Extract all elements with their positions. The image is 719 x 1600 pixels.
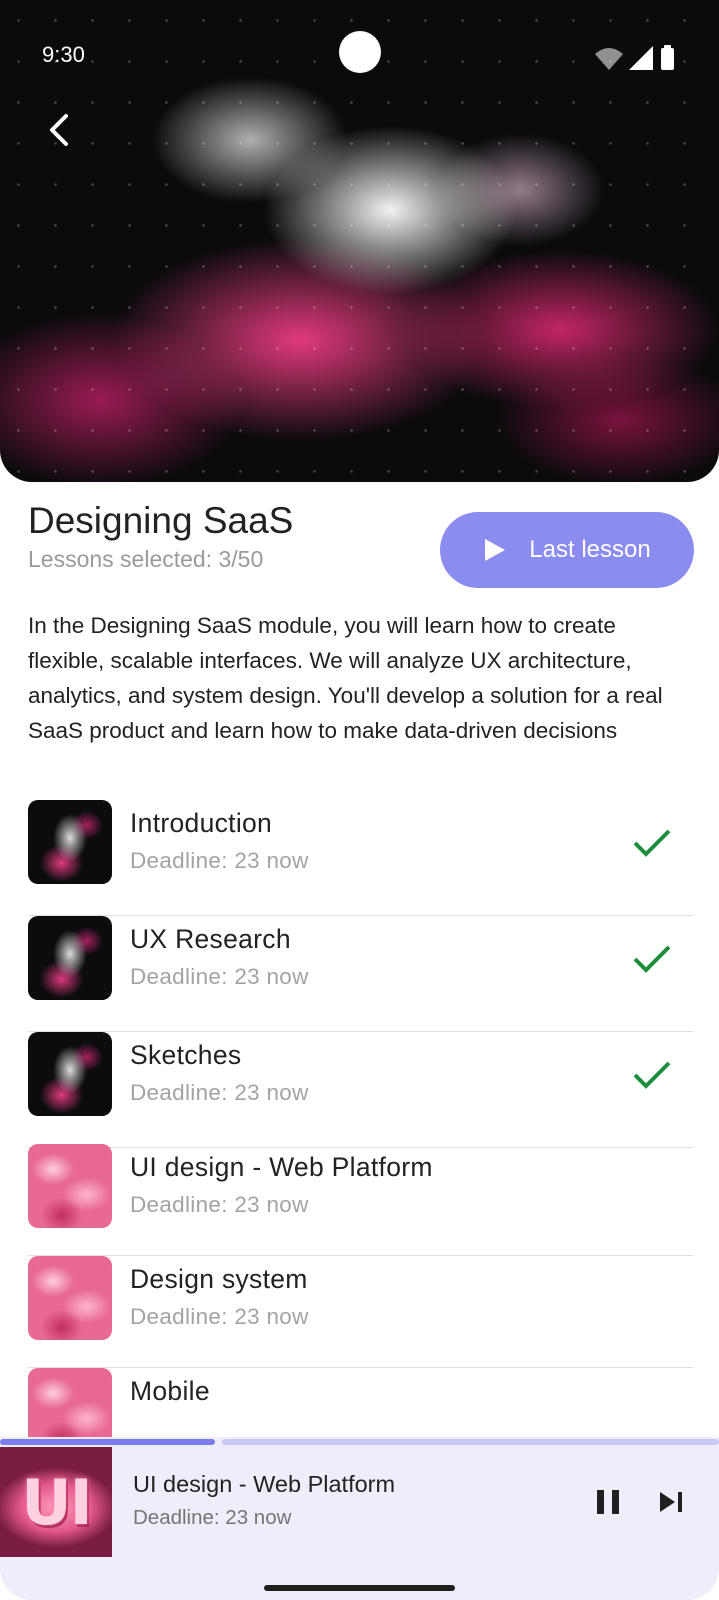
lesson-item-ux-research[interactable]: UX Research Deadline: 23 now bbox=[28, 916, 694, 1032]
lesson-item-introduction[interactable]: Introduction Deadline: 23 now bbox=[28, 800, 694, 916]
check-icon bbox=[633, 945, 671, 973]
status-time: 9:30 bbox=[42, 42, 85, 67]
lesson-thumbnail bbox=[28, 1144, 112, 1228]
lesson-item-sketches[interactable]: Sketches Deadline: 23 now bbox=[28, 1032, 694, 1148]
signal-icon bbox=[629, 46, 653, 70]
back-arrow-icon[interactable] bbox=[40, 110, 80, 150]
battery-icon bbox=[661, 48, 674, 70]
lesson-deadline: Deadline: 23 now bbox=[130, 964, 309, 989]
camera-cutout bbox=[339, 31, 381, 73]
lessons-selected-count: Lessons selected: 3/50 bbox=[28, 546, 264, 572]
skip-next-icon[interactable] bbox=[656, 1487, 686, 1517]
pause-icon[interactable] bbox=[594, 1487, 622, 1517]
lesson-title: Sketches bbox=[130, 1040, 242, 1070]
wifi-icon bbox=[595, 48, 623, 70]
check-icon bbox=[633, 1061, 671, 1089]
lesson-item-ui-design[interactable]: UI design - Web Platform Deadline: 23 no… bbox=[28, 1144, 694, 1256]
lesson-title: Design system bbox=[130, 1264, 308, 1294]
last-lesson-button[interactable]: Last lesson bbox=[440, 512, 694, 588]
lesson-deadline: Deadline: 23 now bbox=[130, 1080, 309, 1105]
lesson-thumbnail bbox=[28, 1256, 112, 1340]
mini-player[interactable]: UI UI design - Web Platform Deadline: 23… bbox=[0, 1437, 719, 1600]
player-title: UI design - Web Platform bbox=[133, 1471, 396, 1497]
lesson-title: Mobile bbox=[130, 1376, 210, 1406]
player-deadline: Deadline: 23 now bbox=[133, 1506, 292, 1529]
course-title: Designing SaaS bbox=[28, 500, 294, 541]
lesson-title: UX Research bbox=[130, 924, 291, 954]
playback-progress-track[interactable] bbox=[222, 1439, 719, 1445]
player-thumbnail-text: UI bbox=[21, 1465, 92, 1539]
hero-image: 9:30 bbox=[0, 0, 719, 482]
last-lesson-label: Last lesson bbox=[529, 536, 651, 563]
playback-progress-fill bbox=[0, 1439, 215, 1445]
status-bar: 9:30 bbox=[0, 0, 719, 110]
lesson-deadline: Deadline: 23 now bbox=[130, 1304, 309, 1329]
course-description: In the Designing SaaS module, you will l… bbox=[28, 613, 663, 743]
play-icon bbox=[485, 539, 506, 561]
lesson-thumbnail bbox=[28, 916, 112, 1000]
lesson-item-mobile[interactable]: Mobile bbox=[28, 1368, 694, 1452]
lesson-thumbnail bbox=[28, 800, 112, 884]
lesson-title: UI design - Web Platform bbox=[130, 1152, 433, 1182]
player-thumbnail: UI bbox=[0, 1447, 112, 1557]
lesson-deadline: Deadline: 23 now bbox=[130, 1192, 309, 1217]
status-icons bbox=[595, 45, 674, 70]
lesson-title: Introduction bbox=[130, 808, 273, 838]
lesson-deadline: Deadline: 23 now bbox=[130, 848, 309, 873]
lesson-item-design-system[interactable]: Design system Deadline: 23 now bbox=[28, 1256, 694, 1368]
home-indicator[interactable] bbox=[264, 1585, 455, 1591]
check-icon bbox=[633, 829, 671, 857]
lesson-thumbnail bbox=[28, 1032, 112, 1116]
